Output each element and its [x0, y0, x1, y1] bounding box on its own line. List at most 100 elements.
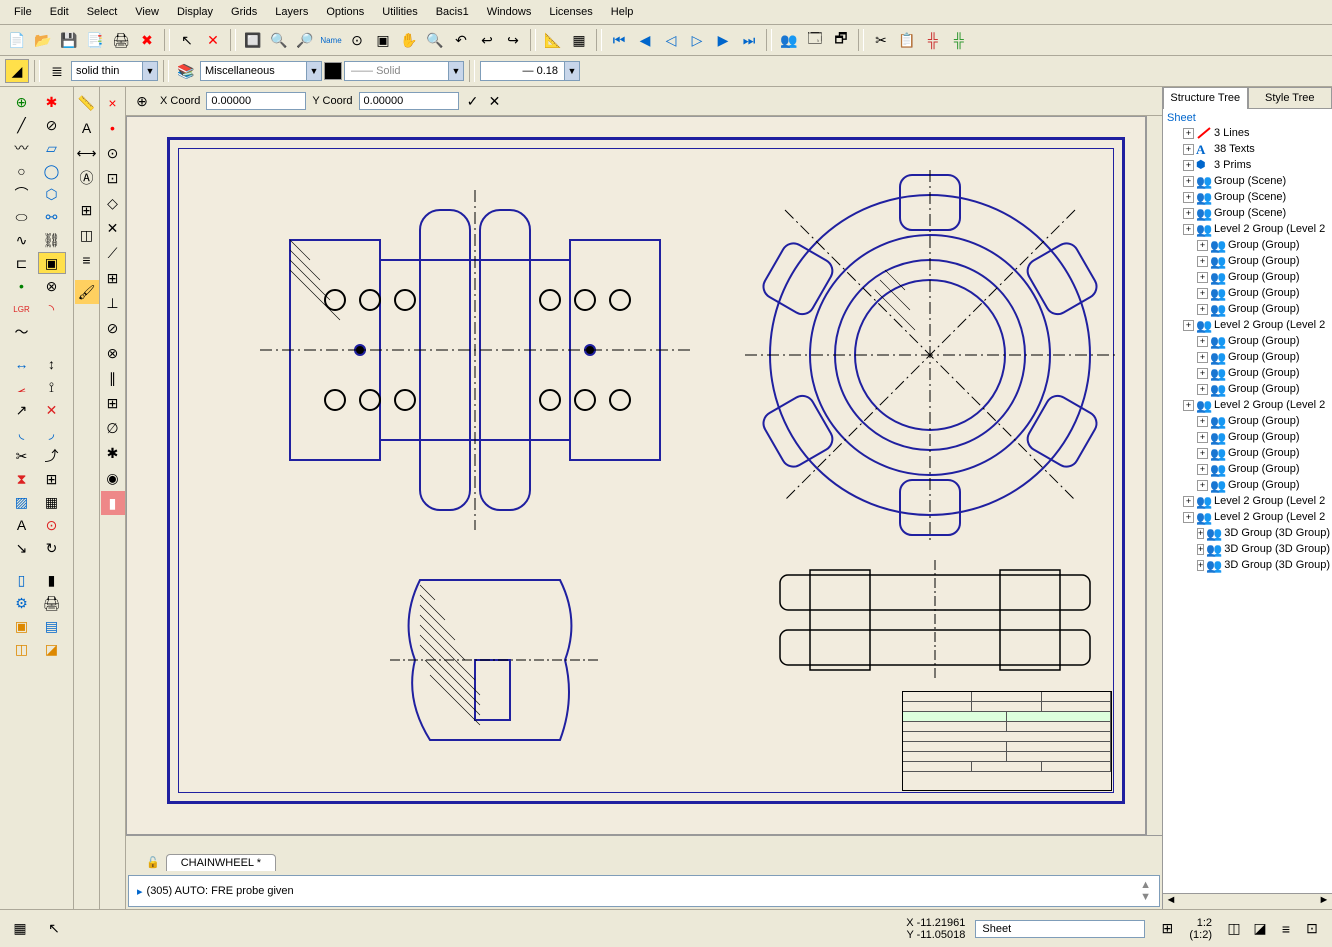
expand-icon[interactable]: +: [1183, 144, 1194, 155]
scroll-up-icon[interactable]: ▲: [1140, 879, 1151, 891]
snap-perp-icon[interactable]: ⊥: [101, 291, 125, 315]
snap-quad-icon[interactable]: ◇: [101, 191, 125, 215]
circle2-icon[interactable]: ◯: [38, 160, 66, 182]
menu-options[interactable]: Options: [318, 3, 372, 21]
hatch2-icon[interactable]: ▦: [38, 491, 66, 513]
mirror-icon[interactable]: ⧗: [8, 468, 36, 490]
tool2-icon[interactable]: ◪: [38, 638, 66, 660]
expand-icon[interactable]: +: [1197, 416, 1208, 427]
circle-icon[interactable]: ○: [8, 160, 36, 182]
expand-icon[interactable]: +: [1183, 176, 1194, 187]
tree-node[interactable]: +👥Group (Group): [1165, 301, 1330, 317]
menu-select[interactable]: Select: [79, 3, 126, 21]
draw-mode-icon[interactable]: ◢: [5, 59, 29, 83]
expand-icon[interactable]: +: [1197, 432, 1208, 443]
zoom-prev-icon[interactable]: ↶: [449, 28, 473, 52]
tree2-icon[interactable]: ╬: [947, 28, 971, 52]
new-icon[interactable]: 📄: [5, 28, 29, 52]
block2-icon[interactable]: ▮: [38, 569, 66, 591]
status-icon4[interactable]: ⊡: [1300, 917, 1324, 941]
lgr-icon[interactable]: LGR: [8, 298, 36, 320]
erase-icon[interactable]: ⊘: [38, 114, 66, 136]
snap-none-icon[interactable]: ∅: [101, 416, 125, 440]
zoom-realtime-icon[interactable]: 🔍: [423, 28, 447, 52]
status-icon3[interactable]: ≡: [1274, 917, 1298, 941]
back-icon[interactable]: ◁: [659, 28, 683, 52]
vertical-scrollbar[interactable]: [1146, 116, 1162, 835]
tree-node[interactable]: +👥Group (Group): [1165, 237, 1330, 253]
dropdown-icon[interactable]: ▼: [448, 62, 463, 80]
measure-icon[interactable]: 📐: [541, 28, 565, 52]
zoom-fit-icon[interactable]: ⊙: [345, 28, 369, 52]
pan-icon[interactable]: ✋: [397, 28, 421, 52]
move-icon[interactable]: ↘: [8, 537, 36, 559]
tree-body[interactable]: Sheet +3 Lines+A38 Texts+⬢3 Prims+👥Group…: [1163, 109, 1332, 893]
arc-icon[interactable]: ⌒: [8, 183, 36, 205]
expand-icon[interactable]: +: [1197, 464, 1208, 475]
snap-tan-icon[interactable]: ⊘: [101, 316, 125, 340]
snap-cen-icon[interactable]: ⊙: [101, 141, 125, 165]
coord-close-icon[interactable]: ✕: [487, 89, 503, 113]
menu-windows[interactable]: Windows: [479, 3, 540, 21]
tab-structure-tree[interactable]: Structure Tree: [1163, 87, 1248, 109]
lineweight-combo[interactable]: — 0.18 ▼: [480, 61, 580, 81]
trim-icon[interactable]: ✂: [8, 445, 36, 467]
expand-icon[interactable]: +: [1183, 128, 1194, 139]
ellipse-icon[interactable]: ⬭: [8, 206, 36, 228]
copy-icon[interactable]: 📑: [83, 28, 107, 52]
block1-icon[interactable]: ▯: [8, 569, 36, 591]
expand-icon[interactable]: +: [1197, 368, 1208, 379]
status-icon1[interactable]: ◫: [1222, 917, 1246, 941]
horizontal-scrollbar[interactable]: [126, 835, 1162, 851]
print-icon[interactable]: 🖨: [109, 28, 133, 52]
link-icon[interactable]: ⚯: [38, 206, 66, 228]
ruler-icon[interactable]: 📏: [75, 91, 99, 115]
save-icon[interactable]: 💾: [57, 28, 81, 52]
drawing-canvas[interactable]: [126, 116, 1146, 835]
snap-mid-icon[interactable]: •: [101, 116, 125, 140]
fwd-icon[interactable]: ▷: [685, 28, 709, 52]
expand-icon[interactable]: +: [1183, 320, 1194, 331]
extend-icon[interactable]: ⤴: [38, 445, 66, 467]
expand-icon[interactable]: +: [1197, 272, 1208, 283]
window-tile-icon[interactable]: 🗔: [803, 28, 827, 52]
status-icon2[interactable]: ◪: [1248, 917, 1272, 941]
snap-ins-icon[interactable]: ⊞: [101, 266, 125, 290]
dim-cross-icon[interactable]: ✕: [38, 399, 66, 421]
tree-node[interactable]: +👥Level 2 Group (Level 2: [1165, 317, 1330, 333]
expand-icon[interactable]: +: [1197, 384, 1208, 395]
tree-node[interactable]: +👥Group (Group): [1165, 461, 1330, 477]
grid-icon[interactable]: ▦: [567, 28, 591, 52]
menu-utilities[interactable]: Utilities: [374, 3, 425, 21]
chamfer-icon[interactable]: ◞: [38, 422, 66, 444]
tree-node[interactable]: +👥Group (Group): [1165, 349, 1330, 365]
tree-node[interactable]: +👥3D Group (3D Group): [1165, 541, 1330, 557]
expand-icon[interactable]: +: [1197, 480, 1208, 491]
menu-help[interactable]: Help: [603, 3, 642, 21]
text-style-icon[interactable]: A: [75, 116, 99, 140]
group1-icon[interactable]: 👥: [777, 28, 801, 52]
menu-view[interactable]: View: [127, 3, 167, 21]
tab-style-tree[interactable]: Style Tree: [1248, 87, 1332, 109]
print2-icon[interactable]: 🖨: [38, 592, 66, 614]
tangent-icon[interactable]: ⊗: [38, 275, 66, 297]
point-icon[interactable]: •: [8, 275, 36, 297]
close-icon[interactable]: ✖: [135, 28, 159, 52]
tree-node[interactable]: +👥Group (Group): [1165, 413, 1330, 429]
tree-node[interactable]: +👥Group (Group): [1165, 269, 1330, 285]
snap-ext-icon[interactable]: ⟋: [101, 241, 125, 265]
snap-near-icon[interactable]: ⊗: [101, 341, 125, 365]
coord-apply-icon[interactable]: ✓: [465, 89, 481, 113]
tool1-icon[interactable]: ◫: [8, 638, 36, 660]
open-icon[interactable]: 📂: [31, 28, 55, 52]
lock-icon[interactable]: 🔓: [146, 856, 160, 869]
expand-icon[interactable]: +: [1183, 192, 1194, 203]
tree-scroll-left-icon[interactable]: ◄: [1163, 894, 1179, 909]
tree-node[interactable]: +A38 Texts: [1165, 141, 1330, 157]
zoom-in-icon[interactable]: 🔍: [267, 28, 291, 52]
tree-node[interactable]: +👥Group (Group): [1165, 333, 1330, 349]
expand-icon[interactable]: +: [1197, 256, 1208, 267]
expand-icon[interactable]: +: [1197, 288, 1208, 299]
status-btn1-icon[interactable]: ▦: [8, 917, 32, 941]
expand-icon[interactable]: +: [1197, 544, 1204, 555]
